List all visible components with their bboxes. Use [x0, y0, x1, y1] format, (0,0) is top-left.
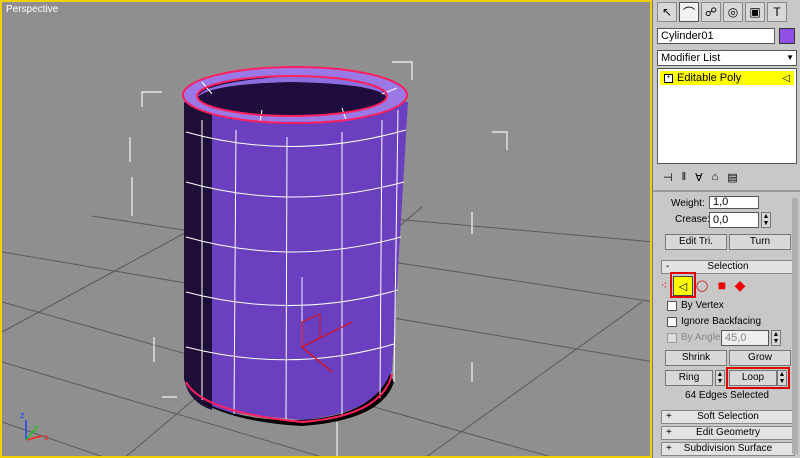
viewport-label[interactable]: Perspective [6, 4, 58, 15]
rollout-title: Edit Geometry [696, 427, 760, 438]
modifier-stack[interactable]: + Editable Poly ◁ [657, 68, 797, 164]
utilities-tab-icon[interactable]: T [767, 2, 787, 22]
stack-toolbar: ⊣ ‖ ∀ ⌂ ▤ [657, 168, 800, 186]
motion-tab-icon[interactable]: ◎ [723, 2, 743, 22]
remove-modifier-icon[interactable]: ⌂ [712, 171, 719, 183]
create-tab-icon[interactable]: ↖ [657, 2, 677, 22]
divider [653, 190, 800, 192]
modifier-list-label: Modifier List [661, 52, 721, 64]
edit-geometry-rollout-header[interactable]: + Edit Geometry [661, 426, 795, 440]
stack-item-label: Editable Poly [677, 72, 742, 84]
shrink-button[interactable]: Shrink [665, 350, 727, 366]
weight-field[interactable]: 1,0 [709, 196, 759, 209]
expand-icon: + [666, 427, 672, 438]
hierarchy-tab-icon[interactable]: ☍ [701, 2, 721, 22]
grow-button[interactable]: Grow [729, 350, 791, 366]
by-vertex-label: By Vertex [681, 300, 724, 311]
by-angle-checkbox[interactable] [667, 333, 677, 343]
selection-title: Selection [707, 261, 749, 272]
object-color-swatch[interactable] [779, 28, 795, 44]
modifier-list-dropdown[interactable]: Modifier List ▼ [657, 50, 797, 66]
by-angle-field[interactable]: 45,0 [721, 330, 769, 346]
ignore-backfacing-label: Ignore Backfacing [681, 316, 762, 327]
axis-label-z: z [20, 410, 25, 420]
rollout-area: Weight: 1,0 Crease: 0,0 ▲ ▼ Edit Tri. Tur… [657, 196, 797, 458]
soft-selection-rollout-header[interactable]: + Soft Selection [661, 410, 795, 424]
command-panel: ↖ ⌒ ☍ ◎ ▣ T Cylinder01 Modifier List ▼ +… [652, 0, 800, 458]
rollout-title: Soft Selection [697, 411, 759, 422]
collapse-icon: - [666, 261, 670, 272]
ring-spinner[interactable]: ▲ ▼ [715, 370, 725, 386]
crease-field[interactable]: 0,0 [709, 212, 759, 228]
ignore-backfacing-checkbox[interactable] [667, 317, 677, 327]
object-name-field[interactable]: Cylinder01 [657, 28, 775, 44]
make-unique-icon[interactable]: ∀ [695, 171, 703, 184]
expand-icon: + [666, 443, 672, 454]
turn-button[interactable]: Turn [729, 234, 791, 250]
command-panel-tabs: ↖ ⌒ ☍ ◎ ▣ T [657, 2, 787, 24]
ring-button[interactable]: Ring [665, 370, 713, 386]
perspective-viewport[interactable]: z x y Perspective [0, 0, 652, 458]
crease-label: Crease: [675, 214, 711, 225]
crease-spinner[interactable]: ▲ ▼ [761, 212, 771, 228]
cylinder-body[interactable] [184, 102, 408, 420]
modify-tab-icon[interactable]: ⌒ [679, 2, 699, 22]
element-subobject-icon[interactable]: ◆ [731, 276, 749, 294]
expand-icon[interactable]: + [664, 73, 673, 83]
by-angle-spinner[interactable]: ▲ ▼ [771, 330, 781, 346]
expand-icon: + [666, 411, 672, 422]
panel-scrollbar[interactable] [792, 198, 798, 454]
axis-tripod: z x y [20, 410, 49, 442]
dropdown-arrow-icon: ▼ [786, 53, 794, 62]
display-tab-icon[interactable]: ▣ [745, 2, 765, 22]
pin-stack-icon[interactable]: ⊣ [663, 171, 673, 184]
border-subobject-icon[interactable]: ◯ [693, 276, 711, 294]
cylinder-shadow-side [184, 102, 212, 410]
loop-highlight-box [726, 367, 790, 389]
axis-label-y: y [34, 422, 39, 432]
rollout-title: Subdivision Surface [683, 443, 773, 454]
viewport-scene[interactable]: z x y [2, 2, 652, 458]
selection-status: 64 Edges Selected [685, 390, 769, 401]
by-angle-label: By Angle: [681, 332, 724, 343]
polygon-subobject-icon[interactable]: ■ [713, 276, 731, 294]
edit-tri-button[interactable]: Edit Tri. [665, 234, 727, 250]
edge-mode-icon: ◁ [782, 72, 790, 84]
show-end-result-icon[interactable]: ‖ [682, 171, 687, 183]
weight-label: Weight: [671, 198, 705, 209]
axis-label-x: x [44, 432, 49, 442]
stack-item-editable-poly[interactable]: + Editable Poly ◁ [660, 71, 794, 85]
subdivision-surface-rollout-header[interactable]: + Subdivision Surface [661, 442, 795, 456]
by-vertex-checkbox[interactable] [667, 301, 677, 311]
configure-sets-icon[interactable]: ▤ [727, 171, 737, 184]
